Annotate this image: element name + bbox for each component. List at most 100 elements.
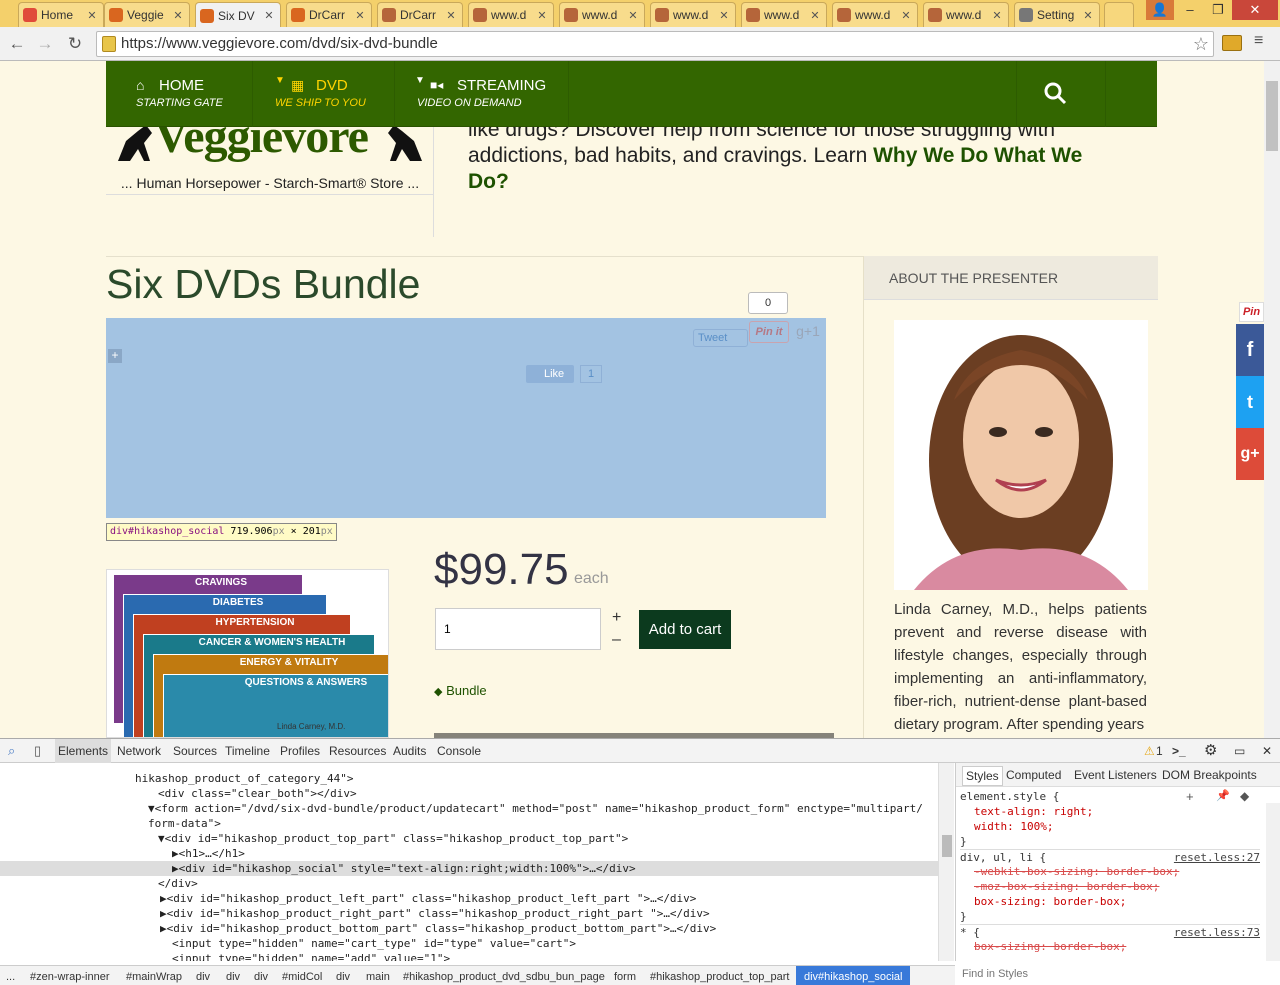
browser-tab[interactable]: DrCarr ✕ <box>286 2 372 27</box>
browser-tab[interactable]: Home ✕ <box>18 2 104 27</box>
style-line[interactable]: -webkit-box-sizing: border-box; <box>960 864 1260 879</box>
dock-icon[interactable]: ▭ <box>1234 739 1245 763</box>
browser-tab[interactable]: www.d ✕ <box>559 2 645 27</box>
devtools-tab-elements[interactable]: Elements <box>55 739 112 763</box>
qty-plus-button[interactable]: + <box>612 609 621 627</box>
browser-tab[interactable]: www.d ✕ <box>741 2 827 27</box>
dom-node[interactable]: ▼<div id="hikashop_product_top_part" cla… <box>0 831 938 846</box>
style-line[interactable]: div, ul, li {reset.less:27 <box>960 849 1260 864</box>
browser-tab[interactable]: www.d ✕ <box>832 2 918 27</box>
style-line[interactable]: } <box>960 834 1260 849</box>
dom-scrollbar[interactable] <box>938 763 954 961</box>
dom-node[interactable]: ▶<div id="hikashop_product_right_part" c… <box>0 906 938 921</box>
devtools-tab-resources[interactable]: Resources <box>329 739 386 763</box>
style-line[interactable]: width: 100%; <box>960 819 1260 834</box>
gplus-button[interactable]: g+1 <box>792 321 824 343</box>
search-button[interactable] <box>1016 61 1106 127</box>
devtools-tab-network[interactable]: Network <box>117 739 161 763</box>
styles-tab-styles[interactable]: Styles <box>962 766 1003 786</box>
dom-node[interactable]: hikashop_product_of_category_44"> <box>0 771 938 786</box>
breadcrumb-item[interactable]: div <box>226 966 240 985</box>
breadcrumb-item[interactable]: #hikashop_product_top_part <box>650 966 789 985</box>
plus-icon[interactable]: + <box>108 349 122 363</box>
minimize-icon[interactable]: – <box>1176 0 1204 20</box>
devtools-tab-profiles[interactable]: Profiles <box>280 739 320 763</box>
style-line[interactable]: * {reset.less:73 <box>960 924 1260 939</box>
device-mode-icon[interactable]: ▯ <box>34 739 41 763</box>
breadcrumb-item[interactable]: #mainWrap <box>126 966 182 985</box>
style-line[interactable]: text-align: right; <box>960 804 1260 819</box>
scroll-thumb[interactable] <box>1266 81 1278 151</box>
browser-tab[interactable]: www.d ✕ <box>923 2 1009 27</box>
breadcrumb-item[interactable]: div <box>254 966 268 985</box>
dom-node[interactable]: </div> <box>0 876 938 891</box>
logo-area[interactable]: Veggievore ... Human Horsepower - Starch… <box>106 121 434 237</box>
product-image[interactable]: CRAVINGS DIABETES HYPERTENSION CANCER & WOM… <box>106 569 389 738</box>
dom-node[interactable]: ▼<form action="/dvd/six-dvd-bundle/produ… <box>0 801 938 816</box>
styles-tab-computed[interactable]: Computed <box>1006 763 1061 787</box>
like-button[interactable]: Like <box>526 365 574 383</box>
tweet-button[interactable]: Tweet <box>693 329 748 347</box>
dom-node[interactable]: ▶<h1>…</h1> <box>0 846 938 861</box>
page-info-icon[interactable] <box>102 36 116 52</box>
breadcrumb-item[interactable]: div <box>196 966 210 985</box>
breadcrumb-item[interactable]: ... <box>6 966 15 985</box>
tab-close-icon[interactable]: ✕ <box>990 9 1004 22</box>
tab-close-icon[interactable]: ✕ <box>444 9 458 22</box>
style-line[interactable]: box-sizing: border-box; <box>960 894 1260 909</box>
styles-scrollbar[interactable] <box>1266 803 1280 961</box>
devtools-tab-sources[interactable]: Sources <box>173 739 217 763</box>
browser-tab[interactable]: www.d ✕ <box>650 2 736 27</box>
breadcrumb-item[interactable]: div <box>336 966 350 985</box>
back-icon[interactable]: ← <box>6 33 28 55</box>
page-scrollbar[interactable] <box>1264 61 1280 738</box>
browser-tab[interactable]: Six DV ✕ <box>195 2 281 28</box>
add-to-cart-button[interactable]: Add to cart <box>639 610 731 649</box>
dom-node[interactable]: ▶<div id="hikashop_product_left_part" cl… <box>0 891 938 906</box>
tag-bundle-link[interactable]: ◆ Bundle <box>434 683 487 698</box>
menu-icon[interactable]: ≡ <box>1254 32 1263 50</box>
settings-gear-icon[interactable]: ⚙ <box>1204 739 1217 763</box>
facebook-share-button[interactable]: f <box>1236 324 1264 376</box>
maximize-icon[interactable]: ❐ <box>1204 0 1232 20</box>
devtools-tab-audits[interactable]: Audits <box>393 739 426 763</box>
forward-icon[interactable]: → <box>34 33 56 55</box>
style-source-link[interactable]: reset.less:27 <box>1174 850 1260 865</box>
devtools-tab-console[interactable]: Console <box>437 739 481 763</box>
qty-minus-button[interactable]: – <box>612 631 621 649</box>
breadcrumb-item[interactable]: main <box>366 966 390 985</box>
dom-scroll-thumb[interactable] <box>942 835 952 857</box>
tab-close-icon[interactable]: ✕ <box>899 9 913 22</box>
dom-node[interactable]: <div class="clear_both"></div> <box>0 786 938 801</box>
breadcrumb-item[interactable]: #hikashop_product_dvd_sdbu_bun_page <box>403 966 605 985</box>
twitter-share-button[interactable]: t <box>1236 376 1264 428</box>
dom-node[interactable]: <input type="hidden" name="cart_type" id… <box>0 936 938 951</box>
extension-icon[interactable] <box>1222 35 1242 51</box>
browser-tab[interactable]: Veggie ✕ <box>104 2 190 27</box>
breadcrumb-item[interactable]: div#hikashop_social <box>796 966 911 985</box>
style-line[interactable]: element.style { <box>960 789 1260 804</box>
pinit-button[interactable]: Pin it <box>749 321 789 343</box>
tab-close-icon[interactable]: ✕ <box>171 9 185 22</box>
dom-node[interactable]: <input type="hidden" name="add" value="1… <box>0 951 938 961</box>
devtools-tab-timeline[interactable]: Timeline <box>225 739 270 763</box>
dom-node[interactable]: form-data"> <box>0 816 938 831</box>
style-line[interactable]: box-sizing: border-box; <box>960 939 1260 954</box>
address-bar[interactable]: https://www.veggievore.com/dvd/six-dvd-b… <box>96 31 1214 57</box>
tab-close-icon[interactable]: ✕ <box>85 9 99 22</box>
console-drawer-icon[interactable]: >_ <box>1172 739 1186 763</box>
dom-node[interactable]: ▶<div id="hikashop_product_bottom_part" … <box>0 921 938 936</box>
quantity-input[interactable] <box>435 608 601 650</box>
style-source-link[interactable]: reset.less:73 <box>1174 925 1260 940</box>
close-window-icon[interactable]: ✕ <box>1232 0 1278 20</box>
google-share-button[interactable]: g+ <box>1236 428 1264 480</box>
browser-tab[interactable]: www.d ✕ <box>468 2 554 27</box>
new-tab-button[interactable] <box>1104 2 1134 27</box>
reload-icon[interactable]: ↻ <box>64 33 86 55</box>
warning-icon[interactable]: ⚠ <box>1144 739 1155 763</box>
tab-close-icon[interactable]: ✕ <box>535 9 549 22</box>
nav-streaming[interactable]: ▼ ■◂ STREAMING VIDEO ON DEMAND <box>395 61 569 127</box>
nav-dvd[interactable]: ▼ ▦ DVD WE SHIP TO YOU <box>253 61 395 127</box>
bookmark-star-icon[interactable]: ☆ <box>1193 32 1209 56</box>
tab-close-icon[interactable]: ✕ <box>1081 9 1095 22</box>
